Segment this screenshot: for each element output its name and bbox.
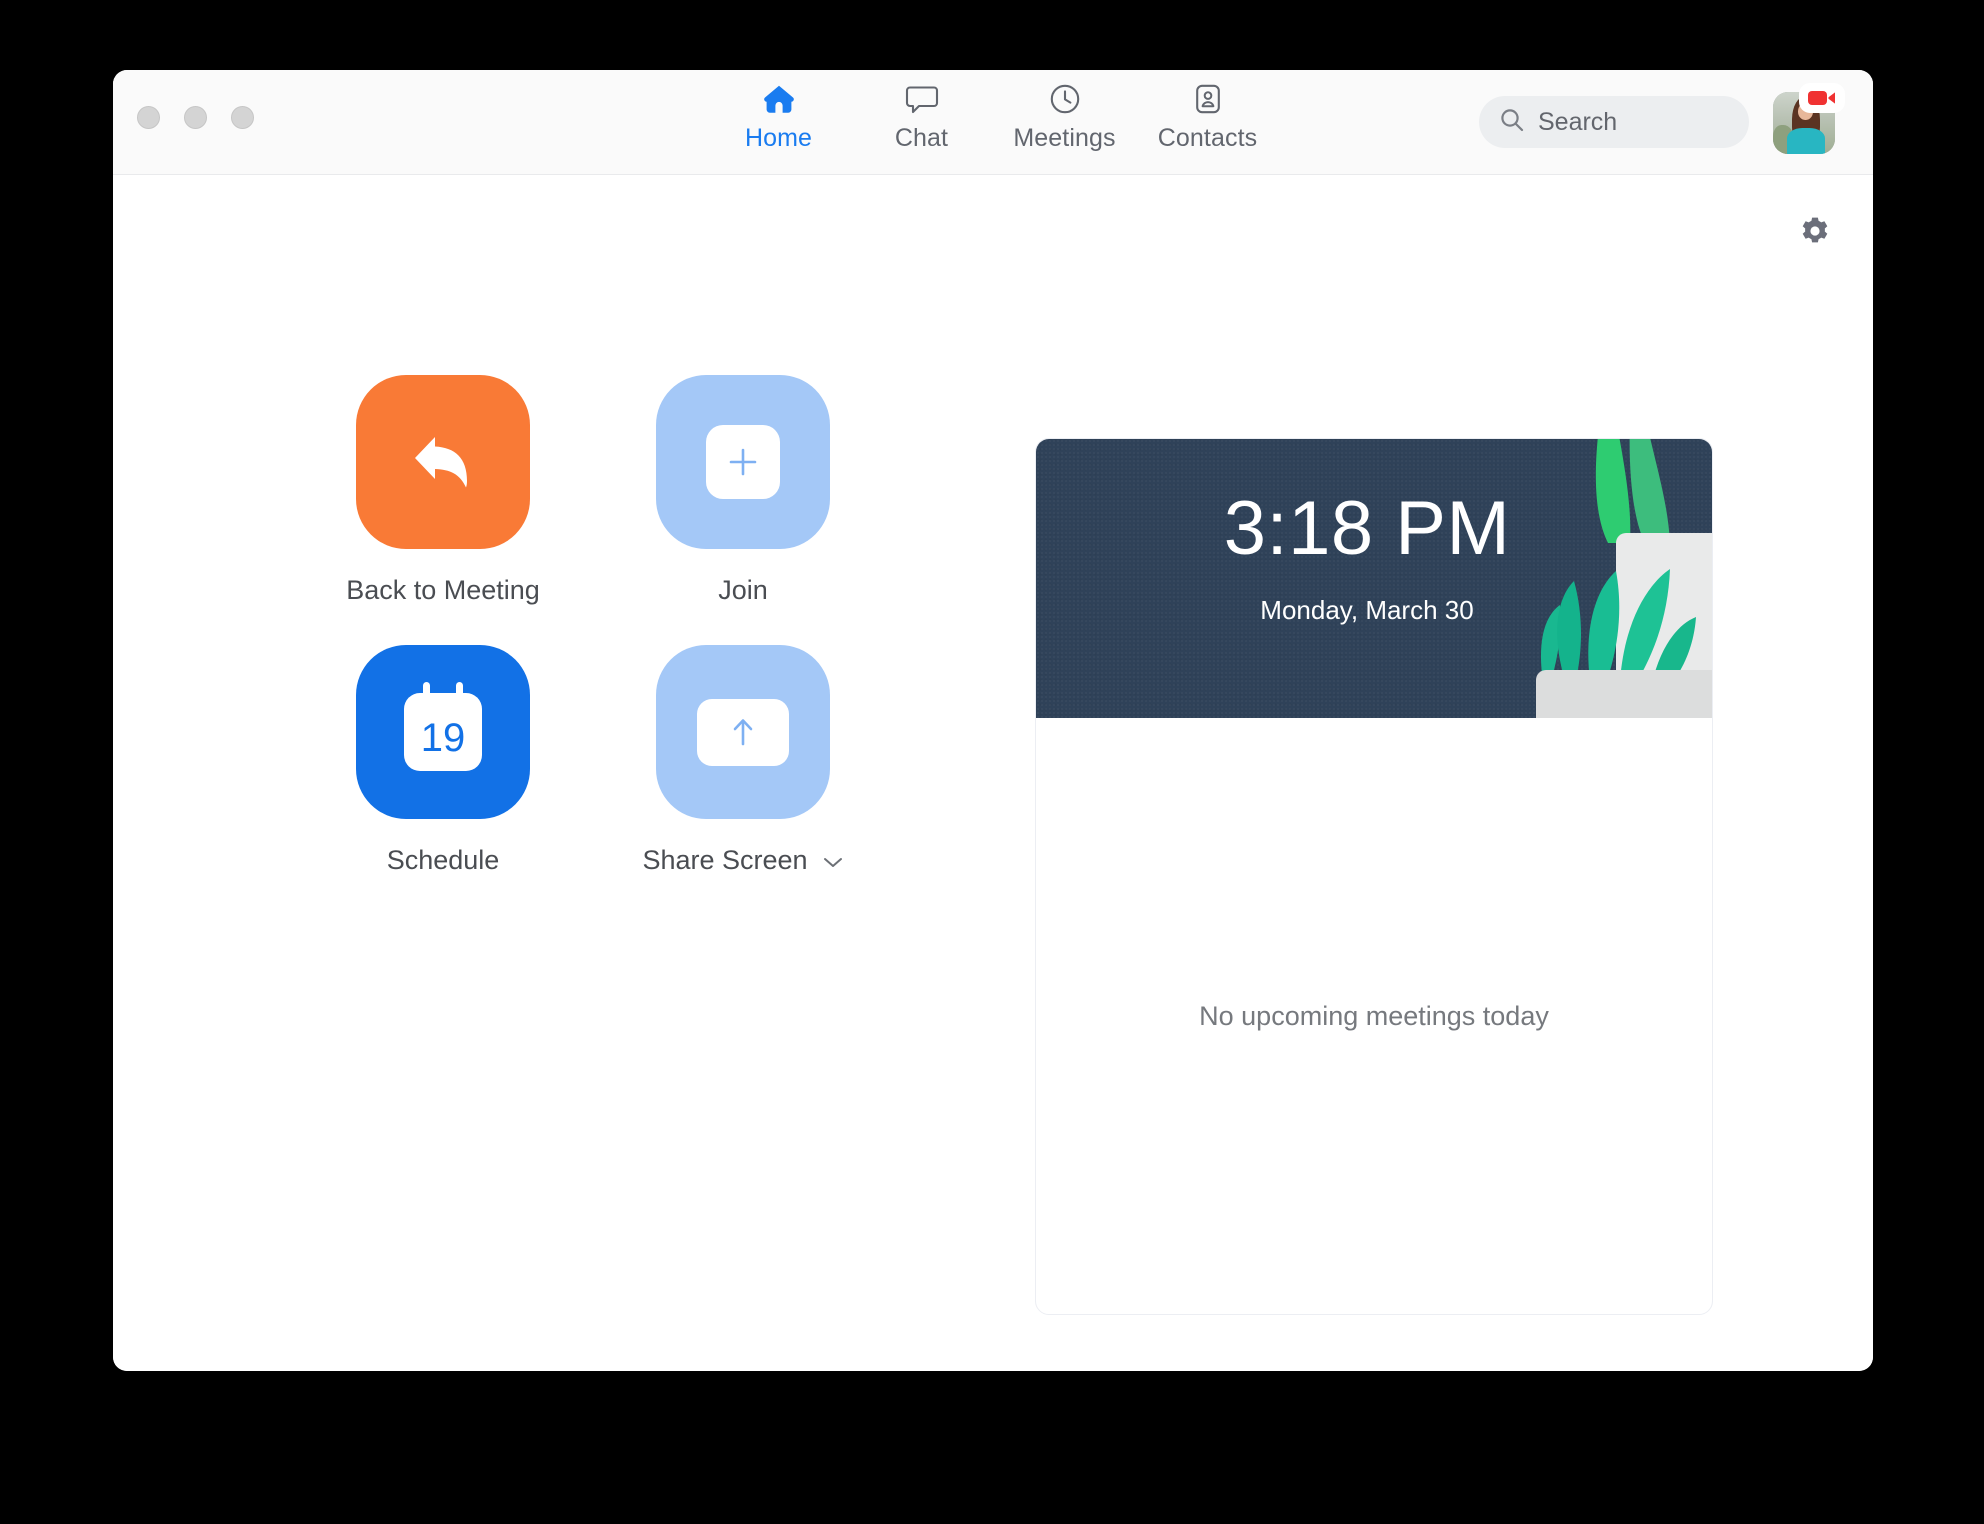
zoom-button[interactable] xyxy=(231,106,254,129)
no-meetings-message: No upcoming meetings today xyxy=(1199,1000,1549,1031)
quick-actions-grid: Back to Meeting Join 19 Schedule Share S… xyxy=(293,375,893,915)
clock-text: 3:18 PM Monday, March 30 xyxy=(1036,439,1712,626)
share-screen-label: Share Screen xyxy=(642,845,808,875)
calendar-ring-left xyxy=(423,682,430,705)
clock-hero: 3:18 PM Monday, March 30 xyxy=(1036,439,1712,718)
zoom-app-window: Home Chat Meetings Contacts Search Back … xyxy=(113,70,1873,1371)
join-label: Join xyxy=(718,575,768,605)
minimize-button[interactable] xyxy=(184,106,207,129)
back-to-meeting-tile xyxy=(356,375,530,549)
home-content: Back to Meeting Join 19 Schedule Share S… xyxy=(113,175,1873,1371)
current-date: Monday, March 30 xyxy=(1260,595,1474,625)
schedule-label: Schedule xyxy=(386,845,500,875)
back-to-meeting-label-row: Back to Meeting xyxy=(346,575,540,606)
join-tile xyxy=(656,375,830,549)
share-screen-label-row: Share Screen xyxy=(642,845,843,876)
schedule-tile: 19 xyxy=(356,645,530,819)
close-button[interactable] xyxy=(137,106,160,129)
back-to-meeting-label: Back to Meeting xyxy=(346,575,540,605)
tab-home[interactable]: Home xyxy=(707,82,850,153)
search-icon xyxy=(1499,107,1525,138)
share-screen-button[interactable]: Share Screen xyxy=(593,645,893,915)
current-time: 3:18 PM xyxy=(1223,486,1511,571)
meeting-panel: 3:18 PM Monday, March 30 No upcoming mee… xyxy=(1035,438,1713,1315)
join-inner-square xyxy=(706,425,780,499)
calendar-day-number: 19 xyxy=(420,716,466,760)
tab-chat[interactable]: Chat xyxy=(850,82,993,153)
avatar[interactable] xyxy=(1773,83,1845,154)
search-placeholder: Search xyxy=(1538,107,1618,136)
back-arrow-icon xyxy=(415,437,467,488)
settings-button[interactable] xyxy=(1797,213,1833,249)
contact-card-icon xyxy=(1193,82,1223,116)
titlebar: Home Chat Meetings Contacts Search xyxy=(113,70,1873,175)
clock-icon xyxy=(1049,82,1081,116)
share-screen-inner-rect xyxy=(697,698,789,766)
chat-bubble-icon xyxy=(905,82,939,116)
join-label-row: Join xyxy=(718,575,768,606)
join-button[interactable]: Join xyxy=(593,375,893,645)
tab-chat-label: Chat xyxy=(894,124,949,152)
tab-contacts[interactable]: Contacts xyxy=(1136,82,1279,153)
main-nav-tabs: Home Chat Meetings Contacts xyxy=(707,82,1279,153)
tab-meetings[interactable]: Meetings xyxy=(993,82,1136,153)
avatar-photo-shirt xyxy=(1786,127,1826,154)
plus-icon xyxy=(729,448,757,476)
gear-icon xyxy=(1802,217,1828,243)
schedule-button[interactable]: 19 Schedule xyxy=(293,645,593,915)
calendar-icon: 19 xyxy=(404,682,482,771)
tab-meetings-label: Meetings xyxy=(1013,124,1116,152)
share-screen-tile xyxy=(656,645,830,819)
home-icon xyxy=(763,82,795,116)
calendar-rings xyxy=(404,682,482,705)
upload-arrow-icon xyxy=(733,719,753,746)
back-to-meeting-button[interactable]: Back to Meeting xyxy=(293,375,593,645)
video-camera-badge xyxy=(1799,83,1845,113)
tab-contacts-label: Contacts xyxy=(1157,124,1258,152)
tab-home-label: Home xyxy=(744,124,813,152)
schedule-label-row: Schedule xyxy=(387,845,500,876)
search-input[interactable]: Search xyxy=(1479,96,1749,148)
calendar-ring-right xyxy=(456,682,463,705)
window-controls xyxy=(137,106,254,129)
chevron-down-icon[interactable] xyxy=(822,845,844,876)
upcoming-meetings-list: No upcoming meetings today xyxy=(1036,718,1712,1314)
